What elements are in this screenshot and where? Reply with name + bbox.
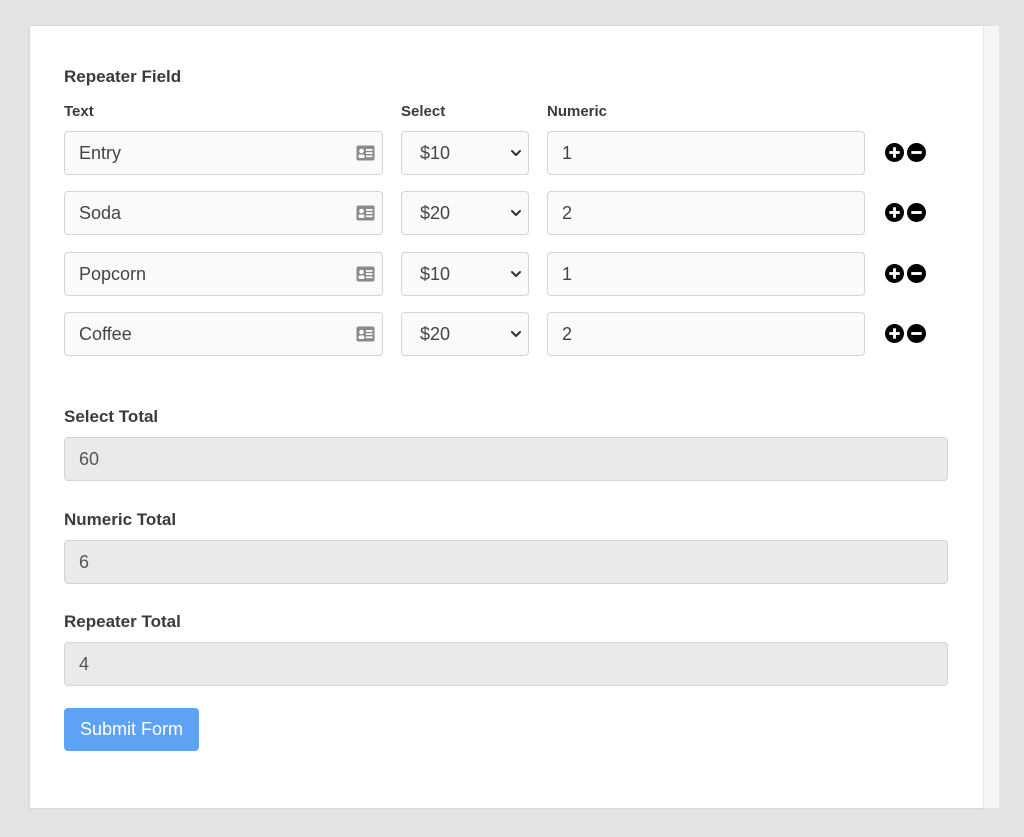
repeater-text-input[interactable]: Soda xyxy=(64,191,383,235)
repeater-numeric-input[interactable]: 2 xyxy=(547,312,865,356)
contact-card-icon xyxy=(356,266,375,282)
contact-card-icon xyxy=(356,205,375,221)
repeater-text-value: Soda xyxy=(79,203,122,223)
plus-circle-icon[interactable] xyxy=(885,264,904,283)
contact-card-icon xyxy=(356,326,375,342)
repeater-numeric-value: 2 xyxy=(562,203,573,223)
select-total-label: Select Total xyxy=(64,407,159,426)
plus-circle-icon[interactable] xyxy=(885,324,904,343)
column-header-text: Text xyxy=(64,103,94,120)
submit-form-button[interactable]: Submit Form xyxy=(64,708,199,751)
repeater-select-value: $10 xyxy=(420,264,451,284)
chevron-down-icon xyxy=(511,210,521,216)
minus-circle-icon[interactable] xyxy=(907,264,926,283)
numeric-total-field[interactable]: 6 xyxy=(64,540,948,584)
repeater-text-value: Popcorn xyxy=(79,264,147,284)
minus-circle-icon[interactable] xyxy=(907,203,926,222)
repeater-numeric-input[interactable]: 1 xyxy=(547,252,865,296)
repeater-total-value: 4 xyxy=(79,654,90,674)
minus-circle-icon[interactable] xyxy=(907,324,926,343)
plus-circle-icon[interactable] xyxy=(885,203,904,222)
repeater-text-input[interactable]: Entry xyxy=(64,131,383,175)
numeric-total-value: 6 xyxy=(79,552,90,572)
repeater-select-value: $20 xyxy=(420,203,451,223)
repeater-price-select[interactable]: $10 xyxy=(401,252,529,296)
repeater-text-input[interactable]: Coffee xyxy=(64,312,383,356)
repeater-text-value: Coffee xyxy=(79,324,132,344)
repeater-numeric-value: 1 xyxy=(562,264,573,284)
repeater-select-value: $10 xyxy=(420,143,451,163)
repeater-price-select[interactable]: $20 xyxy=(401,191,529,235)
chevron-down-icon xyxy=(511,150,521,156)
repeater-total-label: Repeater Total xyxy=(64,612,181,631)
repeater-total-field[interactable]: 4 xyxy=(64,642,948,686)
plus-circle-icon[interactable] xyxy=(885,143,904,162)
chevron-down-icon xyxy=(511,271,521,277)
column-header-numeric: Numeric xyxy=(547,103,608,120)
repeater-price-select[interactable]: $10 xyxy=(401,131,529,175)
numeric-total-label: Numeric Total xyxy=(64,510,177,529)
scrollbar-track[interactable] xyxy=(983,26,999,808)
repeater-numeric-input[interactable]: 2 xyxy=(547,191,865,235)
repeater-field-label: Repeater Field xyxy=(64,67,182,86)
repeater-numeric-value: 2 xyxy=(562,324,573,344)
repeater-text-input[interactable]: Popcorn xyxy=(64,252,383,296)
select-total-value: 60 xyxy=(79,449,100,469)
repeater-price-select[interactable]: $20 xyxy=(401,312,529,356)
repeater-numeric-input[interactable]: 1 xyxy=(547,131,865,175)
minus-circle-icon[interactable] xyxy=(907,143,926,162)
column-header-select: Select xyxy=(401,103,446,120)
repeater-numeric-value: 1 xyxy=(562,143,573,163)
repeater-select-value: $20 xyxy=(420,324,451,344)
select-total-field[interactable]: 60 xyxy=(64,437,948,481)
chevron-down-icon xyxy=(511,331,521,337)
contact-card-icon xyxy=(356,145,375,161)
repeater-text-value: Entry xyxy=(79,143,122,163)
